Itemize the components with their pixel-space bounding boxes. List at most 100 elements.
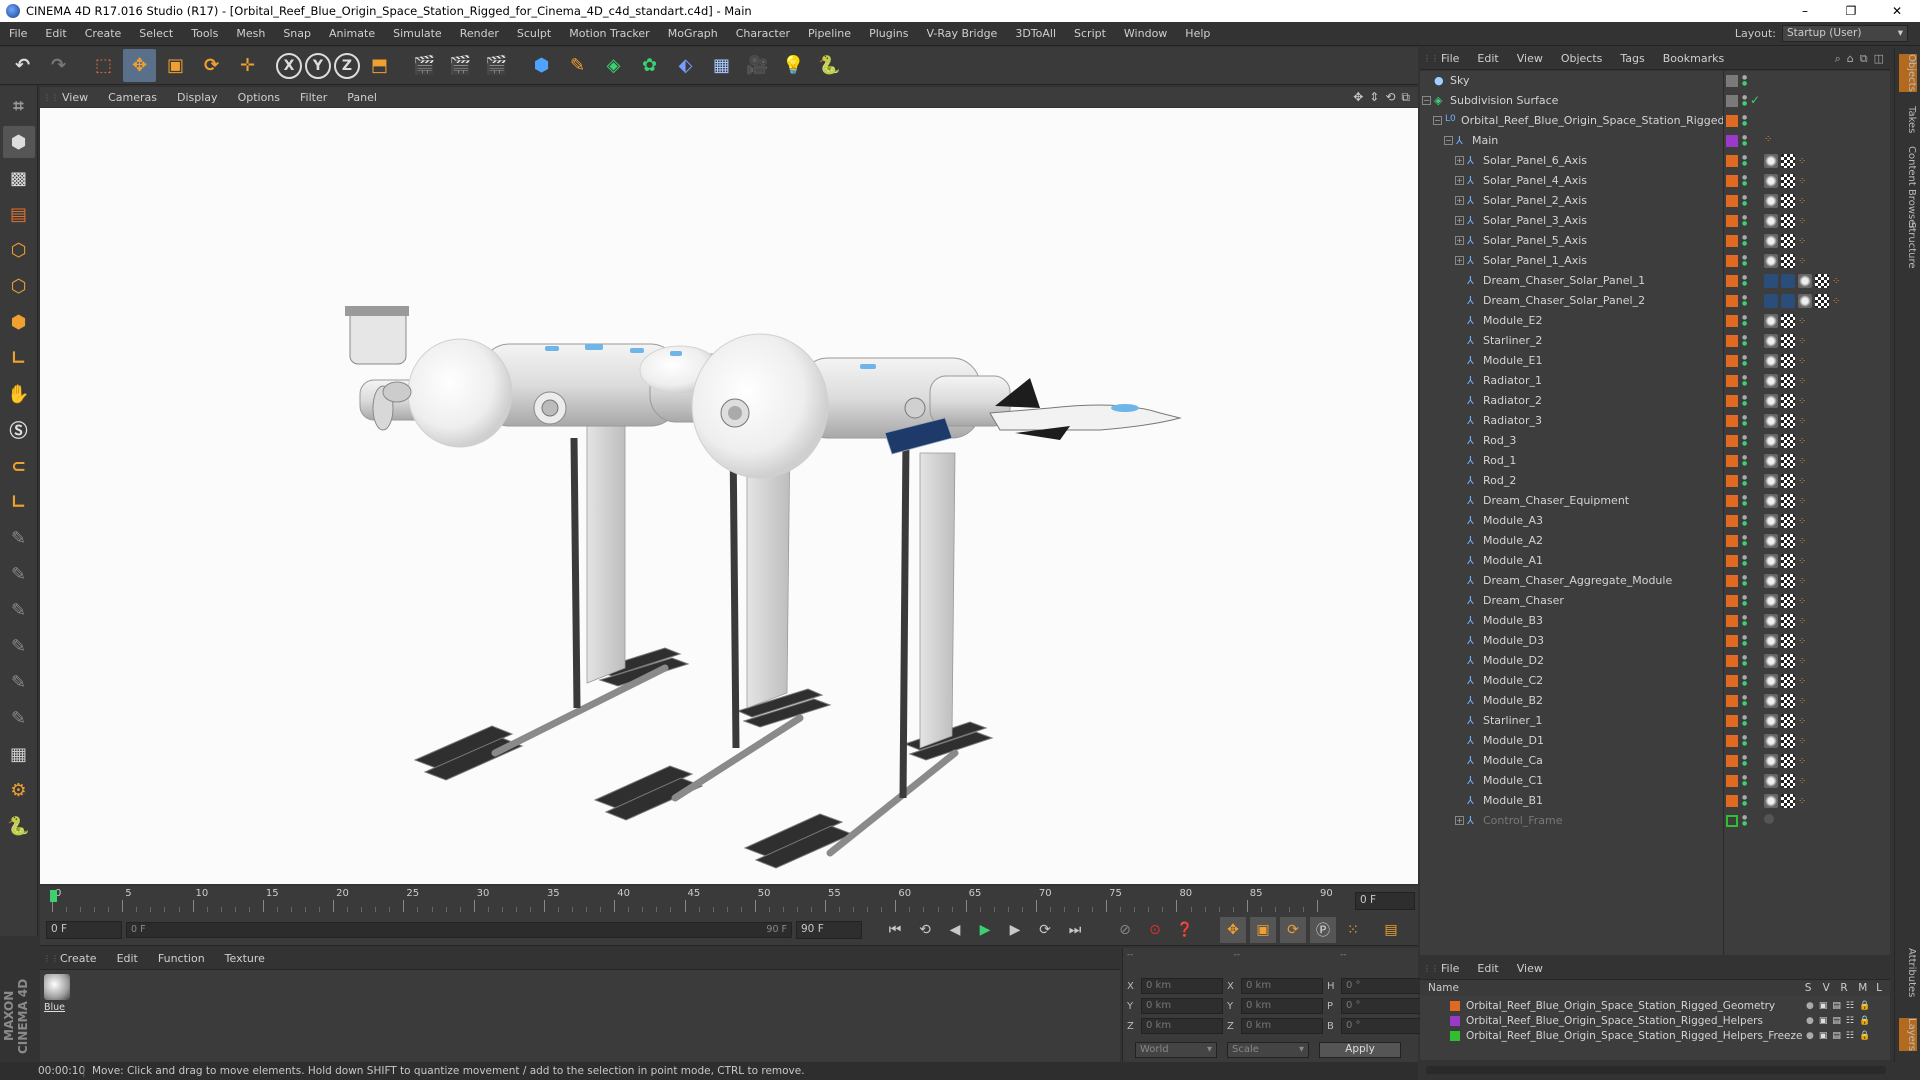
object-name[interactable]: Module_A3 xyxy=(1483,514,1543,527)
floor-scene-icon[interactable]: ▦ xyxy=(705,49,738,82)
weight-tag-icon[interactable] xyxy=(1764,534,1778,548)
snapping-icon[interactable]: ⊂ xyxy=(3,450,35,482)
layer-color-swatch[interactable] xyxy=(1726,615,1738,627)
layer-color-swatch[interactable] xyxy=(1726,275,1738,287)
layer-color-swatch[interactable] xyxy=(1726,335,1738,347)
visibility-dots-icon[interactable]: ● ● xyxy=(1742,755,1747,767)
visibility-dots-icon[interactable]: ● ● xyxy=(1742,75,1747,87)
solo-mode-icon[interactable]: Ⓢ xyxy=(3,414,35,446)
texture-tag-icon[interactable] xyxy=(1815,274,1829,288)
menu-render[interactable]: Render xyxy=(451,27,508,40)
layer-row[interactable]: Orbital_Reef_Blue_Origin_Space_Station_R… xyxy=(1420,1028,1890,1043)
menu-window[interactable]: Window xyxy=(1115,27,1176,40)
sculpt-pull-icon[interactable]: ✎ xyxy=(3,558,35,590)
visibility-dots-icon[interactable]: ● ● xyxy=(1742,495,1747,507)
object-name[interactable]: Main xyxy=(1472,134,1498,147)
object-row[interactable]: ⅄ Module_E1 ● ● ⁘ xyxy=(1420,351,1890,371)
layer-color-swatch[interactable] xyxy=(1726,235,1738,247)
view-toggle-icon[interactable]: ▣ xyxy=(1819,1031,1828,1041)
texture-tag-icon[interactable] xyxy=(1781,534,1795,548)
ik-tag-icon[interactable]: ⁘ xyxy=(1798,716,1808,727)
layer-row[interactable]: Orbital_Reef_Blue_Origin_Space_Station_R… xyxy=(1420,998,1890,1013)
texture-tag-icon[interactable] xyxy=(1781,374,1795,388)
current-frame-field[interactable]: 0 F xyxy=(1355,892,1415,910)
texture-tag-icon[interactable] xyxy=(1781,614,1795,628)
visibility-dots-icon[interactable]: ● ● xyxy=(1742,655,1747,667)
layer-color-swatch[interactable] xyxy=(1726,295,1738,307)
weight-tag-icon[interactable] xyxy=(1764,554,1778,568)
layer-color-swatch[interactable] xyxy=(1726,535,1738,547)
weight-tag-icon[interactable] xyxy=(1764,234,1778,248)
texture-tag-icon[interactable] xyxy=(1781,554,1795,568)
live-selection-icon[interactable]: ⬚ xyxy=(87,49,120,82)
layer-color-swatch[interactable] xyxy=(1726,675,1738,687)
selection-tag-icon[interactable] xyxy=(1781,294,1795,308)
weight-tag-icon[interactable] xyxy=(1764,354,1778,368)
layer-color-swatch[interactable] xyxy=(1726,75,1738,87)
ik-tag-icon[interactable]: ⁘ xyxy=(1798,336,1808,347)
pen-spline-icon[interactable]: ✎ xyxy=(561,49,594,82)
weight-tag-icon[interactable] xyxy=(1764,254,1778,268)
view-toggle-icon[interactable]: ▣ xyxy=(1819,1001,1828,1011)
manager-toggle-icon[interactable]: ☷ xyxy=(1846,1031,1854,1041)
visibility-dots-icon[interactable]: ● ● xyxy=(1742,795,1747,807)
size-mode-select[interactable]: Scale ▾ xyxy=(1227,1042,1309,1058)
weight-tag-icon[interactable] xyxy=(1798,274,1812,288)
viewport-menu-filter[interactable]: Filter xyxy=(290,91,337,104)
weight-tag-icon[interactable] xyxy=(1764,434,1778,448)
object-name[interactable]: Module_Ca xyxy=(1483,754,1543,767)
layer-color-swatch[interactable] xyxy=(1726,775,1738,787)
manager-toggle-icon[interactable]: ☷ xyxy=(1846,1016,1854,1026)
texture-tag-icon[interactable] xyxy=(1781,694,1795,708)
layer-color-swatch[interactable] xyxy=(1726,815,1738,827)
texture-tag-icon[interactable] xyxy=(1781,434,1795,448)
expand-toggle-icon[interactable]: + xyxy=(1455,816,1464,825)
visibility-dots-icon[interactable]: ● ● xyxy=(1742,715,1747,727)
ik-tag-icon[interactable]: ⁘ xyxy=(1798,796,1808,807)
layer-color-swatch[interactable] xyxy=(1726,395,1738,407)
object-row[interactable]: ⅄ Starliner_2 ● ● ⁘ xyxy=(1420,331,1890,351)
weight-tag-icon[interactable] xyxy=(1764,174,1778,188)
layer-color-swatch[interactable] xyxy=(1726,375,1738,387)
frame-range-slider[interactable]: 0 F 90 F xyxy=(126,921,792,938)
solo-toggle-icon[interactable]: ● xyxy=(1806,1016,1814,1026)
texture-tag-icon[interactable] xyxy=(1781,474,1795,488)
weight-tag-icon[interactable] xyxy=(1764,314,1778,328)
expand-toggle-icon[interactable]: + xyxy=(1455,216,1464,225)
ik-tag-icon[interactable]: ⁘ xyxy=(1798,636,1808,647)
ik-tag-icon[interactable]: ⁘ xyxy=(1832,276,1842,287)
selection-tag-icon[interactable] xyxy=(1781,274,1795,288)
object-name[interactable]: Solar_Panel_3_Axis xyxy=(1483,214,1587,227)
visibility-dots-icon[interactable]: ● ● xyxy=(1742,195,1747,207)
ik-tag-icon[interactable]: ⁘ xyxy=(1798,436,1808,447)
ik-tag-icon[interactable]: ⁘ xyxy=(1798,756,1808,767)
side-tab-attributes[interactable]: Attributes xyxy=(1899,948,1917,997)
object-name[interactable]: Dream_Chaser_Solar_Panel_1 xyxy=(1483,274,1645,287)
object-name[interactable]: Module_E1 xyxy=(1483,354,1542,367)
object-row[interactable]: + ⅄ Control_Frame ● ● xyxy=(1420,811,1890,831)
object-name[interactable]: Sky xyxy=(1450,74,1469,87)
object-row[interactable]: ⅄ Module_D3 ● ● ⁘ xyxy=(1420,631,1890,651)
key-parameter-icon[interactable]: Ⓟ xyxy=(1310,916,1336,943)
visibility-dots-icon[interactable]: ● ● xyxy=(1742,595,1747,607)
layers-menu-view[interactable]: View xyxy=(1508,962,1552,975)
layer-color-swatch[interactable] xyxy=(1726,455,1738,467)
menu-simulate[interactable]: Simulate xyxy=(384,27,451,40)
object-row[interactable]: ⅄ Module_B2 ● ● ⁘ xyxy=(1420,691,1890,711)
viewport-menu-display[interactable]: Display xyxy=(167,91,228,104)
goto-end-icon[interactable]: ⏭ xyxy=(1062,917,1088,943)
ik-tag-icon[interactable]: ⁘ xyxy=(1798,476,1808,487)
object-name[interactable]: Module_C2 xyxy=(1483,674,1543,687)
object-row[interactable]: ⅄ Module_A2 ● ● ⁘ xyxy=(1420,531,1890,551)
object-name[interactable]: Dream_Chaser_Equipment xyxy=(1483,494,1629,507)
goto-start-icon[interactable]: ⏮ xyxy=(882,917,908,943)
expand-toggle-icon[interactable]: + xyxy=(1455,196,1464,205)
texture-tag-icon[interactable] xyxy=(1781,254,1795,268)
menu-pipeline[interactable]: Pipeline xyxy=(799,27,860,40)
weight-tag-icon[interactable] xyxy=(1764,714,1778,728)
layer-color-swatch[interactable] xyxy=(1726,795,1738,807)
texture-tag-icon[interactable] xyxy=(1781,314,1795,328)
ik-tag-icon[interactable]: ⁘ xyxy=(1798,616,1808,627)
viewport-menu-options[interactable]: Options xyxy=(228,91,290,104)
object-name[interactable]: Dream_Chaser xyxy=(1483,594,1564,607)
